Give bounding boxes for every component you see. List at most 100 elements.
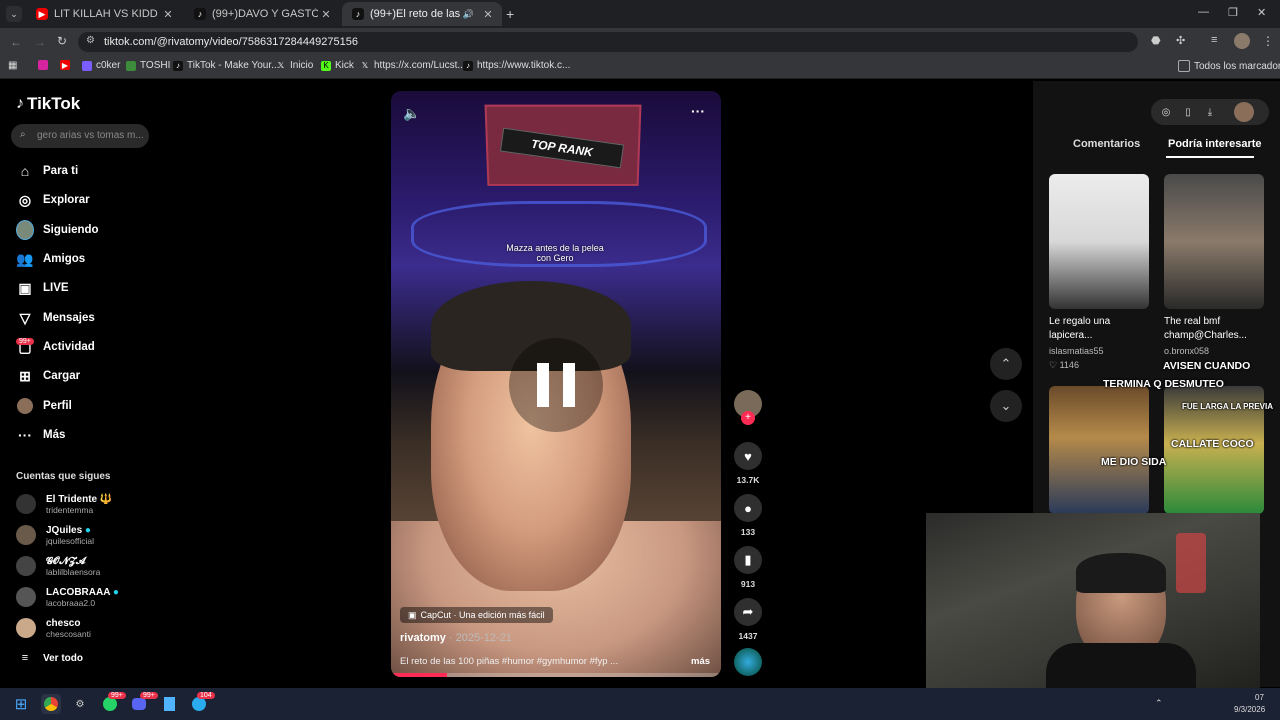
card-title[interactable]: Le regalo una lapicera...	[1049, 315, 1139, 343]
nav-mensajes[interactable]: ▽ Mensajes	[16, 308, 95, 328]
following-item[interactable]: JQuiles ● jquilesofficial	[16, 522, 94, 548]
close-icon[interactable]: ✕	[160, 8, 176, 21]
clock-time[interactable]: 07	[1255, 693, 1264, 702]
tab-search-button[interactable]: ⌄	[6, 6, 22, 22]
tab-tiktok-1[interactable]: ♪ (99+)DAVO Y GASTÓN EDUL O ✕	[184, 2, 340, 26]
following-item[interactable]: LACOBRAAA ● lacobraaa2.0	[16, 584, 119, 610]
recommended-card[interactable]	[1049, 386, 1149, 514]
author-avatar-button[interactable]: +	[733, 390, 763, 425]
recommended-card[interactable]	[1164, 174, 1264, 309]
extensions-icon[interactable]: ✣	[1176, 34, 1185, 47]
reload-icon[interactable]: ↻	[57, 34, 67, 48]
tab-youtube[interactable]: ▶ LIT KILLAH VS KIDD KEO | CAR ✕	[26, 2, 182, 26]
menu-icon[interactable]: ⋮	[1262, 34, 1274, 48]
close-icon[interactable]: ✕	[318, 8, 334, 21]
speaker-icon[interactable]: 🔊	[463, 9, 474, 20]
options-icon[interactable]: ···	[691, 103, 705, 119]
follow-plus-icon[interactable]: +	[741, 411, 755, 425]
avatar	[16, 587, 36, 607]
like-button[interactable]: ♥ 13.7K	[733, 442, 763, 485]
back-icon[interactable]: ←	[10, 35, 22, 49]
card-author[interactable]: o.bronx058	[1164, 346, 1209, 356]
comment-button[interactable]: ● 133	[733, 494, 763, 537]
phone-icon[interactable]: ▯	[1180, 104, 1196, 120]
nav-para-ti[interactable]: ⌂ Para ti	[16, 161, 78, 181]
save-button[interactable]: ▮ 913	[733, 546, 763, 589]
following-item[interactable]: 𝓖𝓞𝓝𝓩𝓐 lablilblaensora	[16, 553, 100, 579]
search-input[interactable]: ⌕ gero arias vs tomas m...	[11, 124, 149, 148]
nav-amigos[interactable]: 👥 Amigos	[16, 249, 85, 269]
author-name[interactable]: rivatomy	[400, 632, 446, 644]
next-video-button[interactable]: ⌄	[990, 390, 1022, 422]
card-author[interactable]: islasmatias55	[1049, 346, 1104, 356]
x-icon: 𝕏	[361, 61, 369, 70]
bookmark-toshi[interactable]: TOSHI	[126, 60, 170, 71]
apps-icon[interactable]: ▦	[8, 60, 17, 71]
recommended-card[interactable]	[1049, 174, 1149, 309]
instagram-icon[interactable]	[38, 60, 52, 70]
chat-message: TERMINA Q DESMUTEO	[1103, 378, 1224, 390]
notepad-icon[interactable]	[159, 694, 179, 714]
avatar	[16, 556, 36, 576]
video-date: · 2025-12-21	[448, 632, 512, 644]
nav-live[interactable]: ▣ LIVE	[16, 278, 68, 298]
nav-cargar[interactable]: ⊞ Cargar	[16, 366, 80, 386]
all-bookmarks[interactable]: Todos los marcadores	[1178, 60, 1280, 72]
capcut-badge[interactable]: ▣ CapCut · Una edición más fácil	[400, 607, 553, 623]
youtube-bookmark-icon[interactable]: ▶	[60, 60, 74, 70]
bookmark-inicio[interactable]: 𝕏 Inicio	[276, 60, 314, 71]
sound-disc-button[interactable]	[733, 648, 763, 676]
following-item[interactable]: chesco chescosanti	[16, 615, 91, 641]
tiktok-icon: ♪	[173, 60, 183, 71]
following-item[interactable]: El Tridente 🔱 tridentemma	[16, 491, 112, 517]
clock-date[interactable]: 9/3/2026	[1234, 705, 1265, 714]
chrome-icon[interactable]	[41, 694, 61, 714]
minimize-button[interactable]: —	[1198, 6, 1209, 18]
close-window-button[interactable]: ✕	[1257, 6, 1266, 19]
prev-video-button[interactable]: ⌃	[990, 348, 1022, 380]
extension-shield-icon[interactable]: ⬣	[1151, 34, 1161, 47]
nav-perfil[interactable]: Perfil	[16, 396, 72, 416]
bookmark-kick[interactable]: K Kick	[321, 60, 354, 71]
see-all-link[interactable]: ≡ Ver todo	[16, 648, 83, 668]
progress-bar[interactable]	[391, 673, 721, 677]
nav-explorar[interactable]: ◎ Explorar	[16, 190, 90, 210]
bookmark-tiktok-url[interactable]: ♪ https://www.tiktok.c...	[463, 60, 570, 71]
verified-icon: ●	[84, 524, 91, 536]
share-button[interactable]: ➦ 1437	[733, 598, 763, 641]
media-icon[interactable]: ≡	[1211, 34, 1217, 46]
video-player[interactable]: TOP RANK Mazza antes de la pelea con Ger…	[391, 91, 721, 677]
nav-siguiendo[interactable]: Siguiendo	[16, 220, 99, 240]
tab-comentarios[interactable]: Comentarios	[1073, 138, 1140, 150]
card-title[interactable]: The real bmf champ@Charles...	[1164, 315, 1259, 343]
windows-start-icon[interactable]: ⊞	[11, 694, 31, 714]
volume-icon[interactable]: 🔈	[403, 105, 420, 122]
chat-message: AVISEN CUANDO	[1163, 360, 1251, 372]
bookmark-x[interactable]: 𝕏https://x.com/Lucst...	[360, 60, 466, 71]
forward-icon[interactable]: →	[34, 35, 46, 49]
compass-icon[interactable]: ◎	[1158, 104, 1174, 120]
restore-button[interactable]: ❐	[1228, 6, 1238, 19]
profile-avatar[interactable]	[1234, 33, 1250, 49]
nav-mas[interactable]: ··· Más	[16, 425, 65, 445]
close-icon[interactable]: ✕	[480, 8, 496, 21]
address-bar[interactable]: ⚙ tiktok.com/@rivatomy/video/75863172844…	[78, 32, 1138, 52]
url-text[interactable]: tiktok.com/@rivatomy/video/7586317284449…	[104, 36, 358, 48]
tab-tiktok-active[interactable]: ♪ (99+)El reto de las 100 piña 🔊 ✕	[342, 2, 502, 26]
video-caption: Mazza antes de la pelea con Gero	[506, 243, 604, 263]
steam-icon[interactable]: ⚙	[70, 694, 90, 714]
avatar[interactable]	[1234, 102, 1254, 122]
site-info-icon[interactable]: ⚙	[86, 35, 95, 46]
bookmark-c0ker[interactable]: c0ker	[82, 60, 120, 71]
new-tab-button[interactable]: +	[506, 6, 514, 22]
more-button[interactable]: más	[691, 656, 710, 667]
tiktok-logo[interactable]: ♪ TikTok	[16, 94, 80, 114]
tab-podria-interesarte[interactable]: Podría interesarte	[1168, 138, 1262, 150]
nav-label: Para ti	[43, 165, 79, 177]
video-author[interactable]: rivatomy · 2025-12-21	[400, 632, 512, 644]
bookmark-tiktok[interactable]: ♪ TikTok - Make Your...	[173, 60, 279, 71]
bookmark-label: TOSHI	[140, 60, 171, 71]
download-icon[interactable]: ⤓	[1202, 104, 1218, 120]
chevron-up-icon[interactable]: ⌃	[1155, 698, 1163, 709]
pause-button[interactable]	[509, 338, 603, 432]
